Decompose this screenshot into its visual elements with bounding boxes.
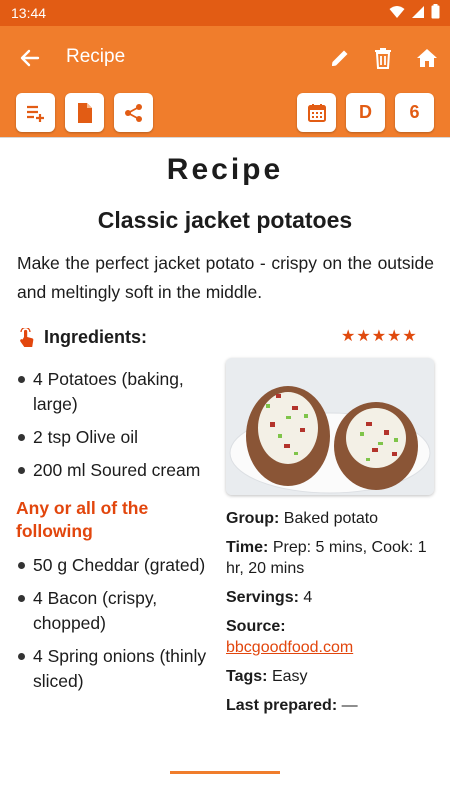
bullet-icon [18, 467, 25, 474]
system-icons [389, 4, 440, 19]
wifi-icon [389, 5, 405, 18]
calendar-icon [307, 103, 326, 122]
ingredient-text: 4 Spring onions (thinly sliced) [33, 646, 207, 691]
info-last-prepared: Last prepared: — [226, 695, 436, 716]
list-item: 50 g Cheddar (grated) [16, 553, 216, 578]
info-group: Group: Baked potato [226, 508, 436, 529]
back-button[interactable] [14, 44, 46, 72]
bullet-icon [18, 434, 25, 441]
edit-button[interactable] [324, 42, 356, 74]
star-icon: ★ [402, 328, 417, 345]
ingredient-text: 2 tsp Olive oil [33, 427, 139, 447]
star-icon: ★ [341, 328, 356, 345]
ingredient-group-title: Any or all of the following [16, 498, 149, 541]
status-bar: 13:44 [0, 0, 450, 26]
document-icon [77, 102, 92, 123]
info-label: Tags: [226, 668, 268, 685]
recipe-description: Make the perfect jacket potato - crispy … [17, 253, 434, 302]
info-label: Time: [226, 539, 269, 556]
calendar-button[interactable] [297, 93, 336, 132]
share-icon [124, 103, 142, 122]
bullet-icon [18, 376, 25, 383]
info-value: Easy [271, 668, 308, 685]
trash-icon [375, 48, 391, 69]
info-label: Last prepared: [226, 697, 338, 714]
add-to-list-button[interactable] [16, 93, 55, 132]
signal-icon [412, 5, 424, 18]
ingredients-list: 4 Potatoes (baking, large) 2 tsp Olive o… [16, 367, 216, 702]
ingredient-text: 4 Potatoes (baking, large) [33, 369, 184, 414]
recipe-content[interactable]: Recipe Classic jacket potatoes Make the … [0, 139, 450, 772]
home-icon [417, 49, 437, 67]
arrow-left-icon [20, 49, 40, 67]
recipe-info: Group: Baked potato Time: Prep: 5 mins, … [226, 508, 436, 724]
info-time: Time: Prep: 5 mins, Cook: 1 hr, 20 mins [226, 537, 436, 579]
list-item: 200 ml Soured cream [16, 458, 216, 483]
system-navigation-bar [0, 774, 450, 800]
recipe-toolbar: D 6 [0, 90, 450, 138]
info-servings: Servings: 4 [226, 587, 436, 608]
star-icon: ★ [356, 328, 371, 345]
list-item: 2 tsp Olive oil [16, 425, 216, 450]
battery-icon [431, 4, 440, 19]
bullet-icon [18, 595, 25, 602]
ingredient-text: 4 Bacon (crispy, chopped) [33, 588, 158, 633]
status-time: 13:44 [11, 5, 47, 21]
app-bar-title: Recipe [66, 46, 126, 67]
info-tags: Tags: Easy [226, 666, 436, 687]
ingredient-text: 50 g Cheddar (grated) [33, 555, 206, 575]
bullet-icon [18, 562, 25, 569]
page-title: Recipe [166, 153, 284, 186]
info-label: Source: [226, 618, 286, 635]
source-link[interactable]: bbcgoodfood.com [226, 639, 353, 656]
info-value: 4 [303, 589, 313, 606]
rating-stars[interactable]: ★ ★ ★ ★ ★ [341, 328, 417, 346]
recipe-title: Classic jacket potatoes [97, 207, 353, 233]
servings-count-button[interactable]: 6 [395, 93, 434, 132]
jacket-potato-image [226, 358, 434, 495]
star-icon: ★ [371, 328, 387, 345]
delete-button[interactable] [367, 42, 399, 74]
info-label: Group: [226, 510, 280, 527]
app-bar: Recipe [0, 26, 450, 90]
ingredients-header: Ingredients: [18, 327, 147, 348]
playlist-add-icon [26, 105, 44, 122]
list-item: 4 Bacon (crispy, chopped) [16, 586, 216, 636]
ingredient-text: 200 ml Soured cream [33, 460, 201, 480]
recipe-photo[interactable] [226, 358, 434, 495]
document-button[interactable] [65, 93, 104, 132]
info-label: Servings: [226, 589, 299, 606]
info-value: — [341, 697, 358, 714]
ingredients-label: Ingredients: [44, 327, 148, 347]
pencil-icon [332, 50, 348, 66]
day-button[interactable]: D [346, 93, 385, 132]
info-source: Source: bbcgoodfood.com [226, 616, 436, 658]
star-icon: ★ [387, 328, 402, 345]
home-button[interactable] [411, 42, 443, 74]
list-item: 4 Potatoes (baking, large) [16, 367, 216, 417]
info-value: Baked potato [283, 510, 379, 527]
share-button[interactable] [114, 93, 153, 132]
bullet-icon [18, 653, 25, 660]
list-item: 4 Spring onions (thinly sliced) [16, 644, 216, 694]
tap-hand-icon [20, 327, 34, 347]
